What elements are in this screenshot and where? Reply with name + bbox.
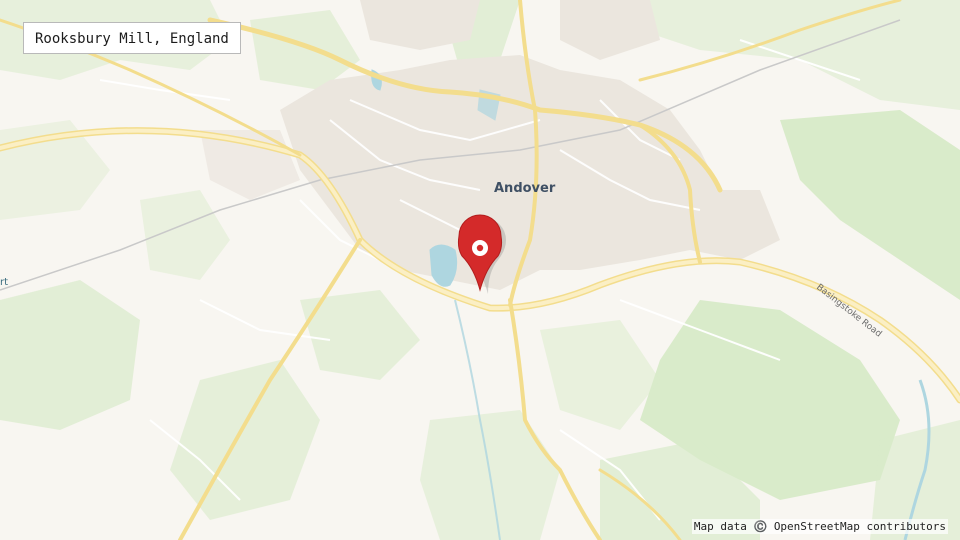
location-title: Rooksbury Mill, England — [23, 22, 241, 54]
map-attribution: Map data ©️ OpenStreetMap contributors — [691, 519, 948, 534]
map-canvas[interactable]: Andover Basingstoke Road rt — [0, 0, 960, 540]
edge-place-label: rt — [0, 277, 8, 288]
map-view[interactable]: Andover Basingstoke Road rt Rooksbury Mi… — [0, 0, 960, 540]
town-label: Andover — [494, 181, 556, 196]
